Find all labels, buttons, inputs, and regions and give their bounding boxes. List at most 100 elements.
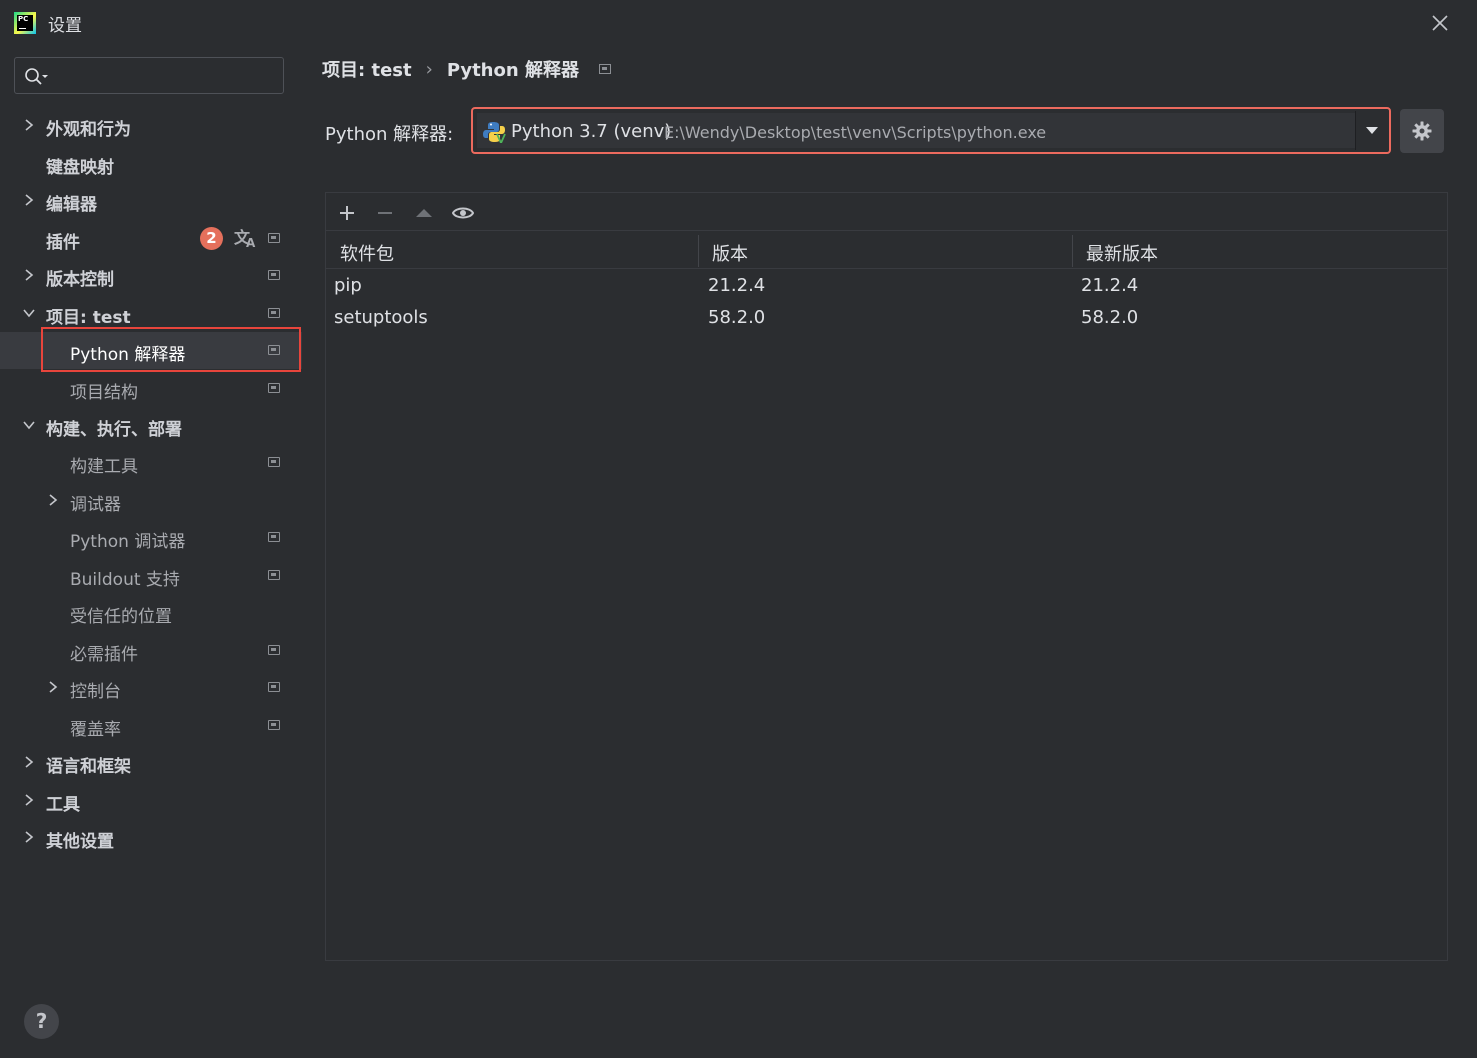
install-package-button[interactable] [336, 202, 358, 224]
chevron-right-icon [49, 681, 58, 693]
column-header-latest-version[interactable]: 最新版本 [1086, 240, 1158, 266]
sidebar-item-label: 受信任的位置 [70, 607, 172, 627]
pin-icon [268, 645, 280, 655]
pin-icon [268, 233, 280, 243]
breadcrumb: 项目: test › Python 解释器 [322, 57, 611, 81]
sidebar-item-languages-frameworks[interactable]: 语言和框架 [0, 744, 302, 781]
sidebar-item-label: Python 调试器 [70, 532, 186, 552]
upgrade-icon [416, 209, 432, 217]
sidebar-item-trusted-locations[interactable]: 受信任的位置 [0, 594, 302, 631]
sidebar-item-buildout[interactable]: Buildout 支持 [0, 557, 302, 594]
package-version: 58.2.0 [708, 307, 766, 328]
packages-table-header: 软件包 版本 最新版本 [326, 231, 1447, 269]
sidebar-item-label: 项目: test [46, 308, 131, 328]
column-header-version[interactable]: 版本 [712, 240, 748, 266]
column-divider[interactable] [698, 235, 699, 267]
python-icon [483, 121, 507, 147]
package-version: 21.2.4 [708, 275, 766, 296]
pin-icon [268, 270, 280, 280]
breadcrumb-separator: › [425, 58, 433, 80]
sidebar-item-label: 编辑器 [46, 195, 97, 215]
help-button[interactable]: ? [24, 1004, 59, 1039]
pycharm-logo-icon: PC [14, 12, 36, 34]
packages-panel: 软件包 版本 最新版本 pip 21.2.4 21.2.4 setuptools… [325, 192, 1448, 961]
chevron-right-icon [25, 831, 34, 843]
sidebar-item-tools[interactable]: 工具 [0, 782, 302, 819]
sidebar-item-project[interactable]: 项目: test [0, 295, 302, 332]
pin-icon [268, 570, 280, 580]
sidebar-item-label: 构建工具 [70, 457, 138, 477]
table-row[interactable]: pip 21.2.4 21.2.4 [326, 270, 1447, 302]
show-early-releases-button[interactable] [452, 202, 474, 224]
pin-icon [268, 345, 280, 355]
package-latest-version: 58.2.0 [1081, 307, 1139, 328]
sidebar-item-vcs[interactable]: 版本控制 [0, 257, 302, 294]
chevron-right-icon [49, 494, 58, 506]
close-icon [1432, 15, 1448, 31]
pin-icon [268, 682, 280, 692]
close-button[interactable] [1426, 9, 1454, 37]
chevron-down-icon [23, 421, 35, 430]
interpreter-path: E:\Wendy\Desktop\test\venv\Scripts\pytho… [664, 123, 1047, 142]
package-name: pip [334, 275, 362, 296]
translate-icon: 文A [233, 227, 257, 254]
sidebar-item-plugins[interactable]: 插件 2 文A [0, 220, 302, 257]
pin-icon [268, 532, 280, 542]
package-name: setuptools [334, 307, 428, 328]
sidebar-item-label: Buildout 支持 [70, 570, 180, 590]
sidebar-item-label: 语言和框架 [46, 757, 131, 777]
chevron-right-icon [25, 119, 34, 131]
dropdown-arrow-icon [1365, 127, 1378, 134]
eye-icon [452, 207, 474, 219]
sidebar-item-coverage[interactable]: 覆盖率 [0, 707, 302, 744]
sidebar-item-label: 调试器 [70, 495, 121, 515]
packages-toolbar [326, 193, 1447, 231]
column-header-package[interactable]: 软件包 [340, 240, 394, 266]
sidebar-item-appearance[interactable]: 外观和行为 [0, 107, 302, 144]
svg-text:A: A [246, 236, 256, 249]
breadcrumb-parent[interactable]: 项目: test [322, 56, 412, 82]
sidebar-item-python-interpreter[interactable]: Python 解释器 [0, 332, 302, 369]
sidebar-item-label: 键盘映射 [46, 158, 114, 178]
interpreter-select[interactable]: Python 3.7 (venv) E:\Wendy\Desktop\test\… [471, 107, 1391, 154]
sidebar-item-required-plugins[interactable]: 必需插件 [0, 632, 302, 669]
sidebar-item-build-tools[interactable]: 构建工具 [0, 444, 302, 481]
sidebar-item-label: Python 解释器 [70, 345, 186, 365]
pin-icon[interactable] [598, 64, 611, 74]
remove-icon [378, 212, 392, 214]
uninstall-package-button[interactable] [374, 202, 396, 224]
sidebar-item-editor[interactable]: 编辑器 [0, 182, 302, 219]
column-divider[interactable] [1072, 235, 1073, 267]
sidebar-item-label: 外观和行为 [46, 120, 131, 140]
pin-icon [268, 457, 280, 467]
sidebar-item-other-settings[interactable]: 其他设置 [0, 819, 302, 856]
interpreter-settings-button[interactable] [1400, 109, 1444, 153]
table-row[interactable]: setuptools 58.2.0 58.2.0 [326, 302, 1447, 334]
interpreter-dropdown-button[interactable] [1355, 111, 1387, 150]
search-input[interactable] [14, 57, 284, 94]
sidebar-item-project-structure[interactable]: 项目结构 [0, 370, 302, 407]
interpreter-name: Python 3.7 (venv) [511, 121, 672, 142]
window-title: 设置 [48, 16, 82, 36]
search-field[interactable] [56, 66, 276, 85]
chevron-right-icon [25, 194, 34, 206]
sidebar-item-label: 必需插件 [70, 645, 138, 665]
chevron-right-icon [25, 794, 34, 806]
search-icon [25, 67, 48, 85]
sidebar-item-label: 覆盖率 [70, 720, 121, 740]
sidebar-item-keymap[interactable]: 键盘映射 [0, 145, 302, 182]
package-latest-version: 21.2.4 [1081, 275, 1139, 296]
sidebar-item-console[interactable]: 控制台 [0, 669, 302, 706]
sidebar-item-build-exec-deploy[interactable]: 构建、执行、部署 [0, 407, 302, 444]
sidebar-item-label: 工具 [46, 795, 80, 815]
sidebar-item-label: 控制台 [70, 682, 121, 702]
plugin-update-badge: 2 [200, 227, 223, 250]
interpreter-label: Python 解释器: [325, 124, 454, 145]
sidebar-item-label: 项目结构 [70, 383, 138, 403]
chevron-right-icon [25, 269, 34, 281]
sidebar-item-python-debugger[interactable]: Python 调试器 [0, 519, 302, 556]
pin-icon [268, 720, 280, 730]
sidebar-item-debugger[interactable]: 调试器 [0, 482, 302, 519]
upgrade-package-button[interactable] [413, 202, 435, 224]
gear-icon [1412, 121, 1432, 141]
